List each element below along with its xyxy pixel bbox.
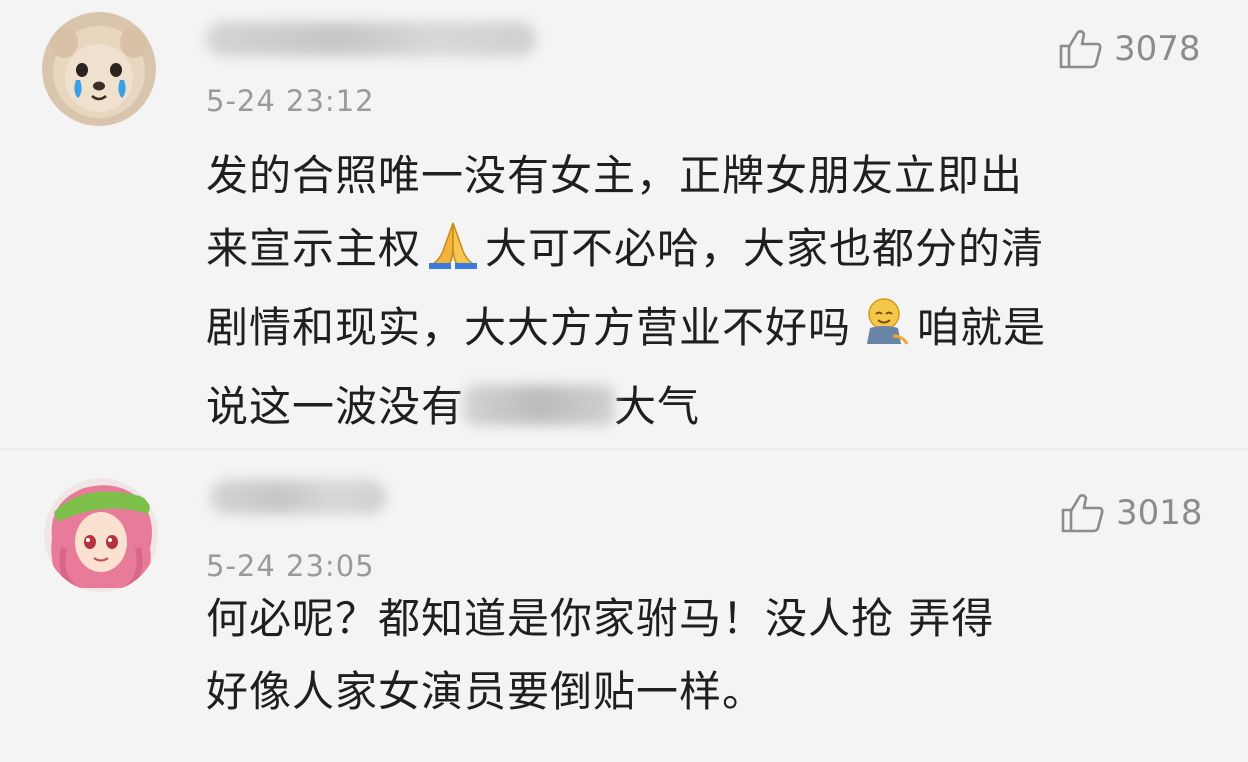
comment-text-segment: 剧情和现实，大大方方营业不好吗 [206,303,852,352]
sweat-smile-figure-emoji-icon [853,296,915,370]
comment-time: 5-24 23:12 [206,84,375,118]
comment-text-segment: 大气 [614,382,701,431]
comment-text-segment: 咱就是 [917,303,1047,352]
folded-hands-emoji-icon [423,218,483,291]
comment-text: 发的合照唯一没有女主，正牌女朋友立即出 来宣示主权 大可不必哈，大家也都分的清 … [206,139,1216,443]
like-count: 3018 [1116,493,1203,533]
comment-line: 来宣示主权 大可不必哈，大家也都分的清 [206,212,1216,291]
comment-text-segment: 大可不必哈，大家也都分的清 [485,224,1045,273]
divider [0,448,1248,450]
comment-line: 何必呢？都知道是你家驸马！没人抢 弄得 [206,594,995,643]
comment-text-segment: 说这一波没有 [206,382,465,431]
comment-time: 5-24 23:05 [206,549,375,583]
comment-line: 剧情和现实，大大方方营业不好吗 咱就是 [206,291,1216,370]
like-button[interactable]: 3078 [1058,28,1201,70]
like-count: 3078 [1114,29,1201,69]
comment-line: 好像人家女演员要倒贴一样。 [206,667,766,716]
comment-line: 发的合照唯一没有女主，正牌女朋友立即出 [206,151,1024,200]
username-blurred[interactable] [210,480,386,514]
username-blurred[interactable] [206,22,536,56]
comment-item: 5-24 23:12 3078 发的合照唯一没有女主，正牌女朋友立即出 来宣示主… [0,0,1248,450]
like-button[interactable]: 3018 [1060,492,1203,534]
crying-dog-avatar-icon [42,12,156,126]
comment-text: 何必呢？都知道是你家驸马！没人抢 弄得 好像人家女演员要倒贴一样。 [206,582,1216,728]
pink-hair-girl-avatar-icon [44,478,158,592]
comment-item: 5-24 23:05 3018 何必呢？都知道是你家驸马！没人抢 弄得 好像人家… [0,452,1248,762]
thumbs-up-icon [1059,30,1102,69]
comment-text-segment: 来宣示主权 [206,224,422,273]
comment-line: 说这一波没有 大气 [206,370,1216,443]
blurred-name-redaction [464,385,615,425]
avatar[interactable] [42,12,156,126]
thumbs-up-icon [1061,494,1104,533]
avatar[interactable] [44,478,158,592]
